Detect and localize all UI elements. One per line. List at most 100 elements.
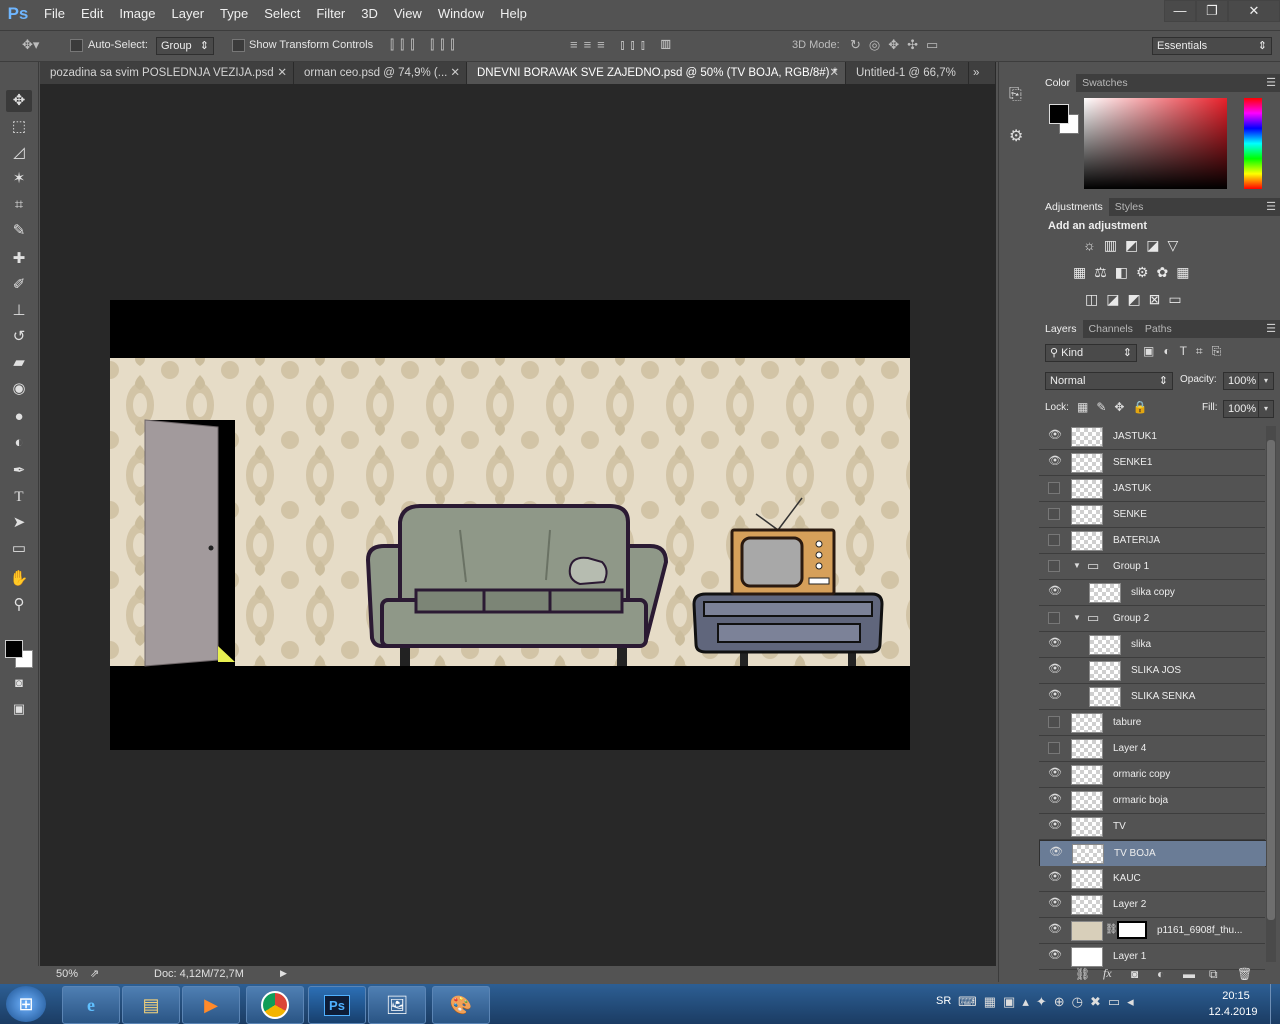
panel-menu-icon[interactable]: ☰ — [1266, 74, 1276, 92]
visibility-eye-icon[interactable]: 👁 — [1048, 430, 1062, 441]
fill-dropdown-icon[interactable]: ▾ — [1258, 400, 1274, 418]
layer-row[interactable]: 👁 JASTUK1 — [1039, 424, 1265, 450]
new-group-icon[interactable]: ▬ — [1183, 967, 1195, 981]
magic-wand-tool-icon[interactable]: ✶ — [6, 168, 32, 190]
close-icon[interactable]: ✕ — [829, 62, 839, 84]
clock-time[interactable]: 20:15 — [1214, 990, 1258, 1002]
clock-date[interactable]: 12.4.2019 — [1202, 1006, 1264, 1018]
menu-edit[interactable]: Edit — [73, 0, 111, 28]
crop-tool-icon[interactable]: ⌗ — [6, 194, 32, 216]
rectangle-tool-icon[interactable]: ▭ — [6, 538, 32, 560]
visibility-eye-icon[interactable]: 👁 — [1048, 898, 1062, 909]
layers-scrollbar[interactable] — [1266, 426, 1276, 962]
blend-mode-dropdown[interactable]: Normal ⇕ — [1045, 372, 1173, 390]
delete-layer-icon[interactable]: 🗑 — [1237, 967, 1252, 981]
export-icon[interactable]: ⇗ — [90, 967, 99, 980]
chrome-icon[interactable] — [246, 986, 304, 1024]
layer-row[interactable]: 👁 ⛓ p1161_6908f_thu... — [1039, 918, 1265, 944]
restore-button[interactable]: ❐ — [1196, 0, 1228, 22]
marquee-tool-icon[interactable]: ⬚ — [6, 116, 32, 138]
layer-row[interactable]: tabure — [1039, 710, 1265, 736]
tab-swatches[interactable]: Swatches — [1076, 74, 1134, 92]
move-tool-preset-icon[interactable]: ✥▾ — [22, 37, 39, 53]
show-desktop-button[interactable] — [1270, 984, 1280, 1024]
scrollbar-thumb[interactable] — [1267, 440, 1275, 920]
close-icon[interactable]: ✕ — [450, 62, 460, 84]
layer-group-row[interactable]: ▼ ▭ Group 2 — [1039, 606, 1265, 632]
adjustment-layer-icon[interactable]: ◐ — [1157, 967, 1164, 981]
visibility-eye-icon[interactable]: 👁 — [1048, 950, 1062, 961]
menu-type[interactable]: Type — [212, 0, 256, 28]
visibility-eye-icon[interactable]: 👁 — [1048, 872, 1062, 883]
tabs-overflow-icon[interactable]: » — [969, 62, 996, 84]
layer-group-row[interactable]: ▼ ▭ Group 1 — [1039, 554, 1265, 580]
layer-row[interactable]: 👁 KAUC — [1039, 866, 1265, 892]
link-layers-icon[interactable]: ⛓ — [1075, 967, 1090, 981]
new-layer-icon[interactable]: ⧉ — [1209, 967, 1218, 982]
auto-select-dropdown[interactable]: Group ⇕ — [156, 37, 214, 55]
group-expand-icon[interactable]: ▼ — [1073, 561, 1081, 570]
eraser-tool-icon[interactable]: ▰ — [6, 352, 32, 374]
pen-tool-icon[interactable]: ✒ — [6, 460, 32, 482]
hue-slider[interactable] — [1244, 98, 1262, 189]
close-icon[interactable]: ✕ — [277, 62, 287, 84]
tab-untitled[interactable]: Untitled-1 @ 66,7% — [846, 62, 969, 84]
lock-icons[interactable]: ▦✎✥🔒 — [1077, 400, 1155, 414]
visibility-toggle[interactable] — [1048, 560, 1060, 572]
tab-color[interactable]: Color — [1039, 74, 1077, 92]
layer-row[interactable]: 👁 SENKE1 — [1039, 450, 1265, 476]
layer-row[interactable]: Layer 4 — [1039, 736, 1265, 762]
type-tool-icon[interactable]: T — [6, 486, 32, 508]
layer-row[interactable]: 👁 TV BOJA — [1039, 840, 1275, 867]
layer-filter-icons[interactable]: ▣◐T⌗⎘ — [1143, 344, 1230, 359]
visibility-eye-icon[interactable]: 👁 — [1048, 456, 1062, 467]
tab-channels[interactable]: Channels — [1083, 320, 1139, 338]
layer-row[interactable]: 👁 slika — [1039, 632, 1265, 658]
menu-file[interactable]: File — [36, 0, 73, 28]
visibility-eye-icon[interactable]: 👁 — [1049, 847, 1063, 858]
panel-menu-icon[interactable]: ☰ — [1266, 198, 1276, 216]
properties-panel-icon[interactable]: ⚙ — [1009, 126, 1023, 146]
adjustment-icons-row-1[interactable]: ☼▥◩◪▽ — [1083, 237, 1186, 254]
dodge-tool-icon[interactable]: ◐ — [6, 432, 32, 454]
start-button-icon[interactable]: ⊞ — [6, 986, 46, 1022]
visibility-eye-icon[interactable]: 👁 — [1048, 820, 1062, 831]
status-arrow-icon[interactable]: ▶ — [280, 968, 287, 979]
menu-view[interactable]: View — [386, 0, 430, 28]
show-transform-checkbox[interactable] — [232, 39, 245, 52]
add-mask-icon[interactable]: ◙ — [1131, 967, 1138, 981]
adjustment-icons-row-2[interactable]: ▦⚖◧⚙✿▦ — [1073, 264, 1198, 281]
layer-style-icon[interactable]: fx — [1103, 966, 1112, 981]
menu-3d[interactable]: 3D — [353, 0, 386, 28]
lasso-tool-icon[interactable]: ◿ — [6, 142, 32, 164]
visibility-toggle[interactable] — [1048, 742, 1060, 754]
visibility-toggle[interactable] — [1048, 482, 1060, 494]
visibility-eye-icon[interactable]: 👁 — [1048, 768, 1062, 779]
panel-menu-icon[interactable]: ☰ — [1266, 320, 1276, 338]
tab-pozadina[interactable]: pozadina sa svim POSLEDNJA VEZIJA.psd ✕ — [40, 62, 294, 84]
color-foreground-swatch[interactable] — [1049, 104, 1069, 124]
menu-filter[interactable]: Filter — [308, 0, 353, 28]
menu-layer[interactable]: Layer — [164, 0, 213, 28]
layer-row[interactable]: 👁 ormaric copy — [1039, 762, 1265, 788]
history-panel-icon[interactable]: ⎘ — [1009, 86, 1022, 104]
workspace-dropdown[interactable]: Essentials ⇕ — [1152, 37, 1272, 55]
layer-row[interactable]: 👁 TV — [1039, 814, 1265, 840]
paint-bucket-tool-icon[interactable]: ◉ — [6, 378, 32, 400]
clone-stamp-tool-icon[interactable]: ⊥ — [6, 300, 32, 322]
tab-styles[interactable]: Styles — [1109, 198, 1150, 216]
menu-select[interactable]: Select — [256, 0, 308, 28]
visibility-eye-icon[interactable]: 👁 — [1048, 586, 1062, 597]
group-expand-icon[interactable]: ▼ — [1073, 613, 1081, 622]
history-brush-tool-icon[interactable]: ↺ — [6, 326, 32, 348]
layer-row[interactable]: 👁 SLIKA SENKA — [1039, 684, 1265, 710]
brush-tool-icon[interactable]: ✐ — [6, 274, 32, 296]
layer-row[interactable]: 👁 slika copy — [1039, 580, 1265, 606]
menu-window[interactable]: Window — [430, 0, 492, 28]
eyedropper-tool-icon[interactable]: ✎ — [6, 220, 32, 242]
paint-icon[interactable]: 🎨 — [432, 986, 490, 1024]
layer-row[interactable]: SENKE — [1039, 502, 1265, 528]
photoshop-taskbar-icon[interactable]: Ps — [308, 986, 366, 1024]
layer-row[interactable]: BATERIJA — [1039, 528, 1265, 554]
foreground-color-swatch[interactable] — [5, 640, 23, 658]
